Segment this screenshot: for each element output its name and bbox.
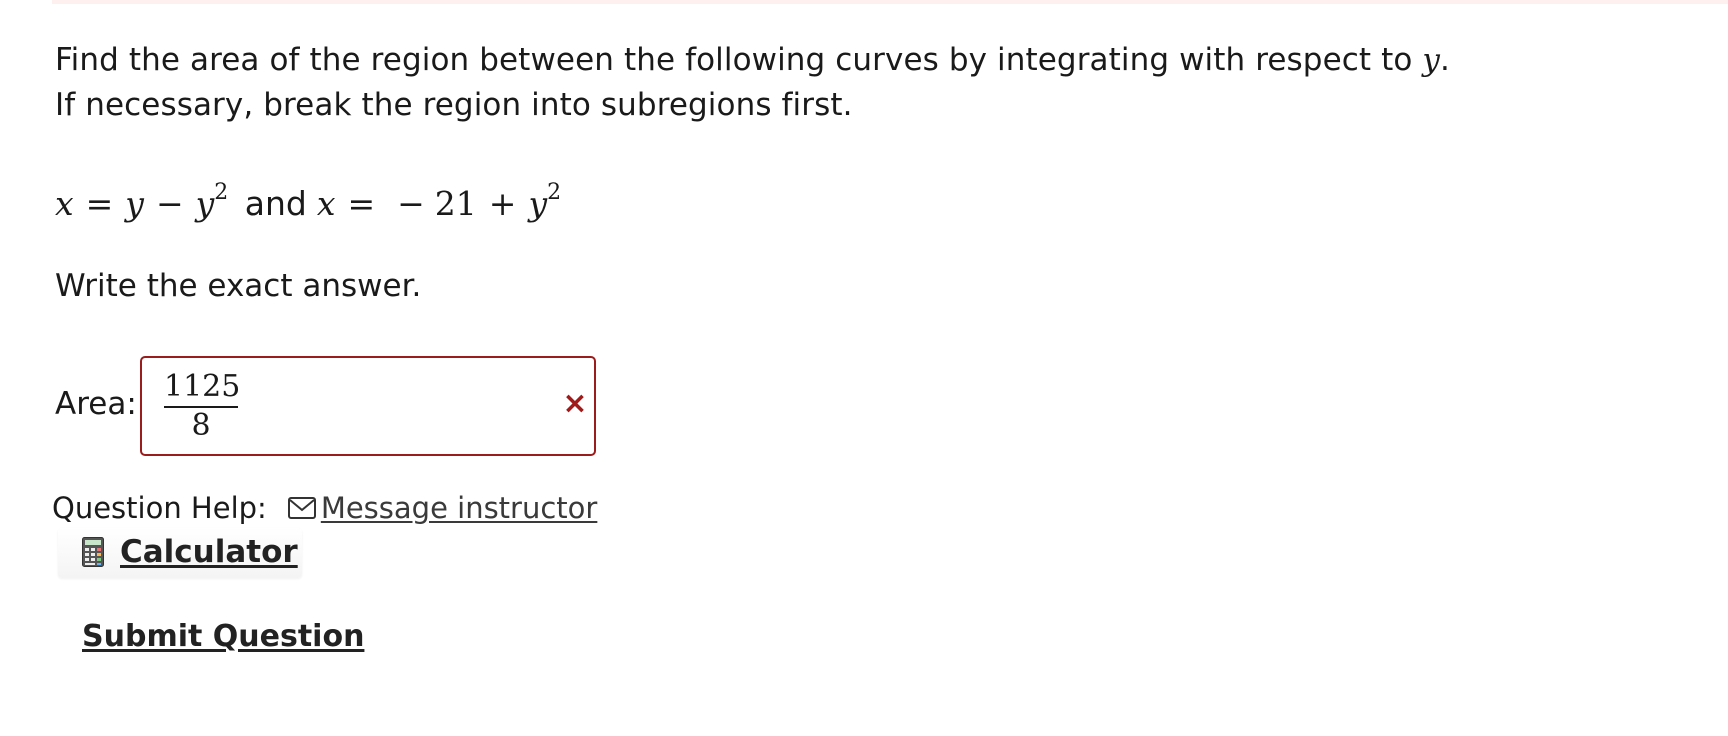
message-instructor-link[interactable]: Message instructor (287, 491, 598, 525)
answer-label: Area: (55, 386, 137, 422)
eq2-minus: − (397, 184, 425, 223)
eq1-lhs: x (55, 184, 74, 223)
question-help: Question Help: Message instructor (52, 488, 597, 528)
instruction-text: Write the exact answer. (55, 268, 422, 304)
answer-fraction: 1125 8 (164, 370, 240, 444)
question-text-part1: Find the area of the region between the … (55, 42, 1423, 78)
answer-input[interactable]: 1125 8 × (140, 356, 596, 456)
calculator-label: Calculator (120, 534, 298, 570)
question-text: Find the area of the region between the … (55, 38, 1475, 128)
equation: x = y − y2 and x = −21 + y2 (55, 172, 561, 229)
eq-conjunction: and (244, 184, 307, 223)
eq1-y-squared: y (195, 184, 215, 223)
calculator-icon (82, 537, 104, 567)
fraction-denominator: 8 (191, 408, 211, 443)
message-instructor-label: Message instructor (320, 491, 598, 525)
question-variable: y (1422, 42, 1440, 78)
calculator-button[interactable]: Calculator (58, 528, 302, 578)
eq1-minus: − (155, 184, 184, 223)
eq2-exponent: 2 (547, 180, 562, 205)
submit-question-button[interactable]: Submit Question (82, 616, 364, 658)
eq2-equals: = (347, 184, 376, 223)
eq2-lhs: x (316, 184, 336, 223)
question-help-label: Question Help: (52, 491, 267, 525)
top-border (52, 0, 1728, 4)
mail-icon (287, 497, 316, 519)
fraction-numerator: 1125 (164, 370, 240, 408)
incorrect-icon: × (562, 386, 588, 421)
eq1-exponent: 2 (214, 180, 229, 205)
eq2-y-squared: y (528, 184, 548, 223)
eq2-plus: + (488, 184, 517, 223)
eq1-y: y (125, 184, 144, 223)
eq2-constant: 21 (434, 184, 477, 223)
eq1-equals: = (85, 184, 114, 223)
